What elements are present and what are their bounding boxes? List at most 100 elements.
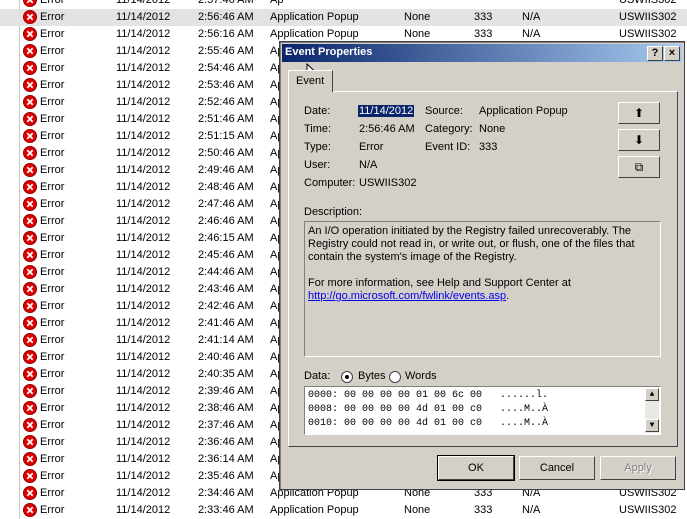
data-hex-box[interactable]: 0000: 00 00 00 00 01 00 6c 00 ......l. 0… [304,386,661,435]
copy-icon: ⧉ [634,160,644,174]
cell-type: Error [40,470,65,482]
error-icon [23,95,37,109]
category-label: Category: [425,123,473,135]
cell-time: 2:48:46 AM [198,181,254,193]
cell-date: 11/14/2012 [116,368,171,380]
words-label[interactable]: Words [405,370,437,382]
event-id-value[interactable]: 333 [479,141,497,153]
cancel-button[interactable]: Cancel [519,456,595,480]
next-event-button[interactable]: ⬇ [618,129,660,151]
dialog-title: Event Properties [285,46,373,58]
cell-time: 2:55:46 AM [198,45,254,57]
help-link[interactable]: http://go.microsoft.com/fwlink/events.as… [308,290,506,302]
dialog-titlebar[interactable]: Event Properties ? × [282,44,682,62]
error-icon [23,180,37,194]
cell-type: Error [40,96,65,108]
bytes-radio[interactable] [341,371,353,383]
bytes-label[interactable]: Bytes [358,370,386,382]
error-icon [23,0,37,7]
previous-event-button[interactable]: ⬆ [618,102,660,124]
cell-type: Error [40,334,65,346]
ok-label: OK [468,462,484,474]
cell-date: 11/14/2012 [116,504,171,516]
ok-button[interactable]: OK [437,455,515,481]
cell-time: 2:50:46 AM [198,147,254,159]
cell-date: 11/14/2012 [116,11,171,23]
cell-date: 11/14/2012 [116,436,171,448]
scroll-down-icon[interactable]: ▼ [645,419,659,432]
scroll-up-icon[interactable]: ▲ [645,388,659,401]
help-icon: ? [651,47,659,59]
source-value[interactable]: Application Popup [479,105,568,117]
cell-date: 11/14/2012 [116,62,171,74]
cell-date: 11/14/2012 [116,283,171,295]
cell-time: 2:34:46 AM [198,487,254,499]
cell-type: Error [40,113,65,125]
table-row[interactable]: Error 11/14/2012 2:57:46 AM Ap USWIIS302 [0,0,687,9]
event-id-label: Event ID: [425,141,471,153]
cell-source: Application Popup [270,504,359,516]
cell-date: 11/14/2012 [116,79,171,91]
cell-computer: USWIIS302 [619,28,677,40]
error-icon [23,299,37,313]
tab-event-label: Event [296,75,325,87]
cell-type: Error [40,0,65,6]
computer-value[interactable]: USWIIS302 [359,177,416,189]
event-properties-dialog: Event Properties ? × Event Date: 11/14/2… [279,41,685,490]
close-button[interactable]: × [664,46,680,61]
cell-time: 2:42:46 AM [198,300,254,312]
cell-type: Error [40,147,65,159]
error-icon [23,146,37,160]
event-tab-panel: Date: 11/14/2012 Time: 2:56:46 AM Type: … [288,91,678,447]
cell-time: 2:57:46 AM [198,0,254,6]
error-icon [23,367,37,381]
date-value[interactable]: 11/14/2012 [358,105,415,117]
cell-type: Error [40,266,65,278]
cell-type: Error [40,45,65,57]
cell-type: Error [40,419,65,431]
error-icon [23,78,37,92]
cancel-label: Cancel [539,462,575,474]
cell-date: 11/14/2012 [116,232,171,244]
cell-date: 11/14/2012 [116,351,171,363]
cell-time: 2:43:46 AM [198,283,254,295]
time-value[interactable]: 2:56:46 AM [359,123,415,135]
error-icon [23,214,37,228]
cell-type: Error [40,487,65,499]
apply-button[interactable]: Apply [600,456,676,480]
cell-date: 11/14/2012 [116,317,171,329]
cell-time: 2:36:46 AM [198,436,254,448]
error-icon [23,316,37,330]
cell-time: 2:52:46 AM [198,96,254,108]
description-box[interactable]: An I/O operation initiated by the Regist… [304,221,661,357]
user-value[interactable]: N/A [359,159,377,171]
cell-type: Error [40,436,65,448]
cell-time: 2:46:46 AM [198,215,254,227]
words-radio[interactable] [389,371,401,383]
cell-type: Error [40,300,65,312]
category-value[interactable]: None [479,123,505,135]
table-row[interactable]: Error 11/14/2012 2:33:46 AM Application Pop… [0,502,687,519]
arrow-up-icon: ⬆ [633,106,645,120]
cell-source: Application Popup [270,11,359,23]
error-icon [23,503,37,517]
cell-category: None [404,504,431,516]
cell-time: 2:46:15 AM [198,232,254,244]
cell-source: Application Popup [270,28,359,40]
cell-time: 2:47:46 AM [198,198,254,210]
tab-event[interactable]: Event [288,70,333,92]
cell-type: Error [40,249,65,261]
help-button[interactable]: ? [647,46,663,61]
cell-date: 11/14/2012 [116,300,171,312]
type-value[interactable]: Error [359,141,383,153]
error-icon [23,401,37,415]
copy-button[interactable]: ⧉ [618,156,660,178]
cell-category: None [404,11,431,23]
error-icon [23,350,37,364]
cell-time: 2:44:46 AM [198,266,254,278]
table-row[interactable]: Error 11/14/2012 2:56:46 AM Application Pop… [0,9,687,26]
hex-scrollbar[interactable]: ▲ ▼ [645,388,659,433]
cell-time: 2:56:46 AM [198,11,254,23]
error-icon [23,469,37,483]
cell-computer: USWIIS302 [619,504,677,516]
